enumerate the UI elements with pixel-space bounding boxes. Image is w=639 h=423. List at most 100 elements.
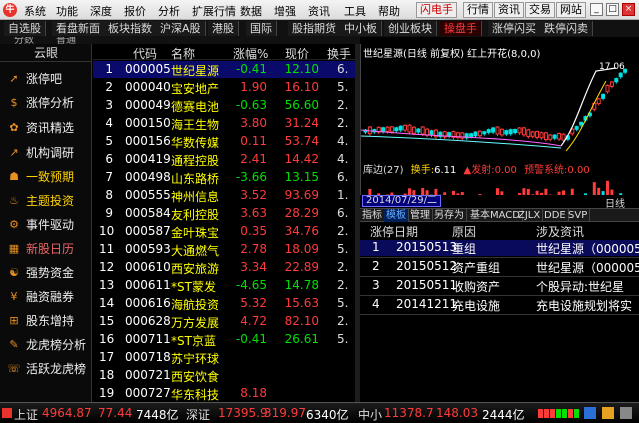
sidebar-item-active-dragon[interactable]: ☏ 活跃龙虎榜 <box>0 358 92 380</box>
menu-function[interactable]: 功能 <box>56 3 78 19</box>
sidebar-item-news-select[interactable]: ✿ 资讯精选 <box>0 117 92 139</box>
sidebar-item-margin[interactable]: ¥ 融资融券 <box>0 286 92 308</box>
kline-chart[interactable] <box>361 56 639 172</box>
table-row[interactable]: 2 000040 宝安地产 1.90 16.10 5. <box>93 79 355 96</box>
sidebar-item-ipo-calendar[interactable]: ▦ 新股日历 <box>0 238 92 260</box>
tool-macd[interactable]: 基本MACD <box>468 209 523 222</box>
flash-trade-button[interactable]: 闪电手 <box>416 2 457 18</box>
candle <box>548 134 553 140</box>
quote-button[interactable]: 行情 <box>463 2 493 18</box>
table-row[interactable]: 14 000616 海航投资 5.32 15.63 5. <box>93 295 355 312</box>
stock-name: 神州信息 <box>171 190 220 204</box>
stock-price: 16.10 <box>284 80 319 94</box>
candle <box>596 98 601 105</box>
col-turnover[interactable]: 换手 <box>327 45 351 62</box>
tool-manage[interactable]: 管理 <box>408 209 433 222</box>
table-row[interactable]: 6 000419 通程控股 2.41 14.42 4. <box>93 151 355 168</box>
sidebar-item-strong-funds[interactable]: ☯ 强势资金 <box>0 262 92 284</box>
menu-news[interactable]: 资讯 <box>308 3 330 19</box>
minimize-icon[interactable]: _ <box>590 3 603 16</box>
subtab-normal[interactable]: 普通 <box>56 37 76 44</box>
table-row[interactable]: 7 000498 山东路桥 -3.66 13.15 6. <box>93 169 355 186</box>
cat-sector-index[interactable]: 板块指数 <box>104 21 157 36</box>
table-row[interactable]: 3 000049 德赛电池 -0.63 56.60 2. <box>93 97 355 114</box>
date-cursor[interactable]: 2014/07/29/二 <box>362 195 442 207</box>
col-name[interactable]: 名称 <box>171 45 195 62</box>
tool-template[interactable]: 模板 <box>384 209 409 222</box>
menu-ext-quote[interactable]: 扩展行情 <box>192 3 236 19</box>
cat-newview[interactable]: 看盘新面 <box>52 21 105 36</box>
row-index: 1 <box>105 62 113 76</box>
cat-trader[interactable]: 操盘手 <box>440 21 482 36</box>
trade-button[interactable]: 交易 <box>525 2 555 18</box>
table-header: 代码 名称 涨幅% 现价 换手 <box>93 44 355 62</box>
sidebar-item-institution[interactable]: ↗ 机构调研 <box>0 142 92 164</box>
candle <box>420 126 425 135</box>
cat-gem[interactable]: 创业板块 <box>384 21 437 36</box>
maximize-icon[interactable]: □ <box>606 3 619 16</box>
cat-limit-down-sell[interactable]: 跌停闪卖 <box>540 21 593 36</box>
menu-tools[interactable]: 工具 <box>344 3 366 19</box>
news-row[interactable]: 2 20150512 资产重组 世纪星源（000005 <box>360 259 639 275</box>
col-pct[interactable]: 涨幅% <box>233 45 268 62</box>
menu-analysis[interactable]: 分析 <box>158 3 180 19</box>
menu-quote[interactable]: 报价 <box>124 3 146 19</box>
col-code[interactable]: 代码 <box>133 45 157 62</box>
news-row[interactable]: 4 20141211 充电设施 充电设施规划将实 <box>360 297 639 313</box>
strong-icon: ☯ <box>9 266 19 279</box>
table-row[interactable]: 1 000005 世纪星源 -0.41 12.10 6. <box>93 61 355 78</box>
tool-svp[interactable]: SVP <box>566 209 591 222</box>
table-row[interactable]: 10 000587 金叶珠宝 0.35 34.76 2. <box>93 223 355 240</box>
news-button[interactable]: 资讯 <box>494 2 524 18</box>
table-row[interactable]: 4 000150 海王生物 3.80 31.24 2. <box>93 115 355 132</box>
news-row[interactable]: 3 20150511 收购资产 个股异动:世纪星 <box>360 278 639 294</box>
menu-help[interactable]: 帮助 <box>378 3 400 19</box>
sidebar-item-holders[interactable]: ⊞ 股东增持 <box>0 310 92 332</box>
row-index: 11 <box>99 242 115 256</box>
tool-indicator[interactable]: 指标 <box>360 209 385 222</box>
news-row[interactable]: 1 20150513 重组 世纪星源（000005 <box>360 240 639 256</box>
network-status-icon[interactable] <box>584 407 596 419</box>
table-row[interactable]: 12 000610 西安旅游 3.34 22.89 2. <box>93 259 355 276</box>
menu-data[interactable]: 数据 <box>240 3 262 19</box>
sidebar-item-limit-up-bar[interactable]: ➚ 涨停吧 <box>0 68 92 90</box>
kline-chart-panel[interactable]: 世纪星源(日线 前复权) 红上开花(8,0,0) 17.06 库边(27) 换手… <box>360 44 639 207</box>
sidebar-item-dragon-analysis[interactable]: ✎ 龙虎榜分析 <box>0 334 92 356</box>
table-row[interactable]: 18 000721 西安饮食 <box>93 367 355 384</box>
close-icon[interactable]: × <box>622 3 635 16</box>
table-row[interactable]: 5 000156 华数传媒 0.11 53.74 4. <box>93 133 355 150</box>
cat-watchlist[interactable]: 自选股 <box>4 21 46 36</box>
cat-sme[interactable]: 中小板 <box>340 21 382 36</box>
tool-save-as[interactable]: 另存为 <box>432 209 467 222</box>
alert-icon[interactable] <box>602 407 614 419</box>
table-row[interactable]: 19 000727 华东科技 8.18 <box>93 385 355 402</box>
website-button[interactable]: 网站 <box>556 2 586 18</box>
menu-enhance[interactable]: 增强 <box>274 3 296 19</box>
col-price[interactable]: 现价 <box>285 45 309 62</box>
candle <box>486 129 491 133</box>
tool-dde[interactable]: DDE <box>542 209 569 222</box>
table-row[interactable]: 13 000611 *ST蒙发 -4.65 14.78 2. <box>93 277 355 294</box>
settings-icon[interactable] <box>620 407 632 419</box>
sidebar-item-limit-up-analysis[interactable]: $ 涨停分析 <box>0 92 92 114</box>
tool-zjlx[interactable]: ZJLX <box>516 209 544 222</box>
table-row[interactable]: 16 000711 *ST京蓝 -0.41 26.61 5. <box>93 331 355 348</box>
cat-a-shares[interactable]: 沪深A股 <box>156 21 206 36</box>
sidebar-item-consensus[interactable]: ☗ 一致预期 <box>0 166 92 188</box>
subtab-score[interactable]: 分数 <box>14 37 34 44</box>
stock-price: 93.69 <box>284 188 319 202</box>
table-row[interactable]: 9 000584 友利控股 3.63 28.29 6. <box>93 205 355 222</box>
cat-hk[interactable]: 港股 <box>208 21 239 36</box>
table-row[interactable]: 11 000593 大通燃气 2.78 18.09 5. <box>93 241 355 258</box>
table-row[interactable]: 15 000628 万方发展 4.72 82.10 2. <box>93 313 355 330</box>
stock-name: 世纪星源 <box>171 64 220 78</box>
table-row[interactable]: 8 000555 神州信息 3.52 93.69 1. <box>93 187 355 204</box>
sidebar-item-theme[interactable]: ♨ 主题投资 <box>0 190 92 212</box>
menu-system[interactable]: 系统 <box>24 3 46 19</box>
menu-depth[interactable]: 深度 <box>90 3 112 19</box>
cat-limit-up-buy[interactable]: 涨停闪买 <box>488 21 541 36</box>
table-row[interactable]: 17 000718 苏宁环球 <box>93 349 355 366</box>
sidebar-item-event[interactable]: ⚙ 事件驱动 <box>0 214 92 236</box>
cat-futures[interactable]: 股指期货 <box>288 21 341 36</box>
cat-intl[interactable]: 国际 <box>246 21 277 36</box>
